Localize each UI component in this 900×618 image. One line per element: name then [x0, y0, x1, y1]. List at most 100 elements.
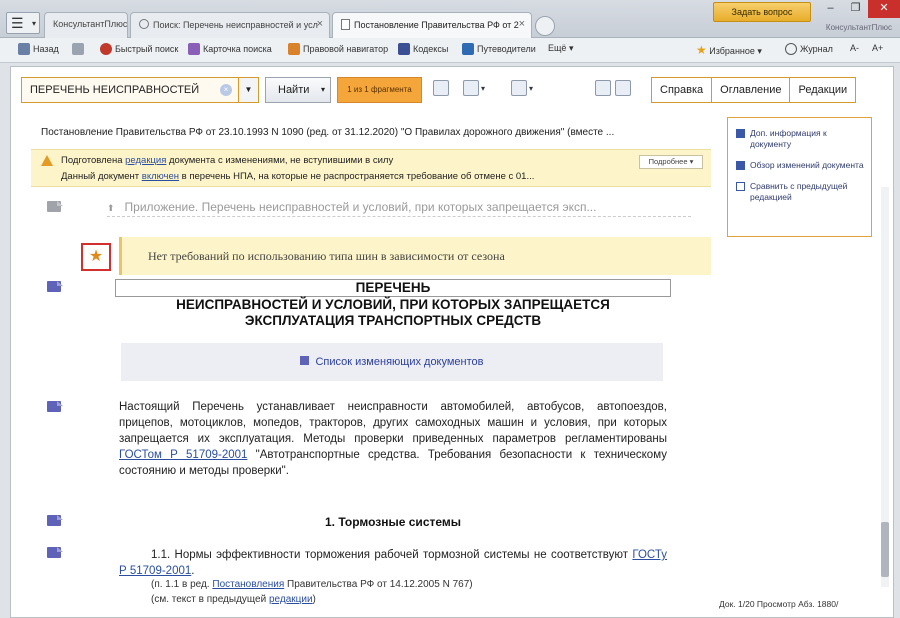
tab-label: Постановление Правительства РФ от 2: [354, 20, 519, 30]
search-icon: [139, 19, 149, 29]
paragraph-intro: Настоящий Перечень устанавливает неиспра…: [119, 401, 667, 477]
included-link[interactable]: включен: [142, 171, 179, 182]
word-export-button[interactable]: [433, 80, 449, 100]
resolution-link[interactable]: Постановления: [212, 579, 284, 590]
heading-line-1: ПЕРЕЧЕНЬ: [115, 279, 671, 297]
warning-banner: Подготовлена редакция документа с измене…: [31, 149, 711, 187]
book-icon: [398, 43, 410, 55]
changing-documents-link[interactable]: Список изменяющих документов: [121, 343, 663, 381]
ask-question-button[interactable]: Задать вопрос: [713, 2, 811, 22]
chevron-down-icon: ▼: [244, 85, 253, 94]
new-tab-button[interactable]: [535, 16, 555, 36]
tab-search[interactable]: Поиск: Перечень неисправностей и усл ×: [130, 12, 330, 38]
back-button[interactable]: Назад: [18, 43, 59, 55]
reference-button[interactable]: Путеводители: [462, 43, 536, 55]
found-fragments-button[interactable]: 1 из 1 фрагмента: [337, 77, 422, 103]
title-bar: ☰ ▾ КонсультантПлюс Поиск: Перечень неисп…: [0, 0, 900, 39]
document-tabs: Справка Оглавление Редакции: [651, 77, 857, 103]
appendix-line[interactable]: ⬆ Приложение. Перечень неисправностей и у…: [107, 200, 691, 217]
chevron-down-icon: ▾: [320, 85, 325, 94]
close-icon[interactable]: ×: [519, 18, 525, 30]
extra-info-link[interactable]: Доп. информация к документу: [736, 128, 865, 150]
brand-logo: КонсультантПлюс: [825, 23, 892, 32]
side-panel: Доп. информация к документу Обзор измене…: [727, 117, 872, 237]
navigator-icon: [288, 43, 300, 55]
quick-search-button[interactable]: Быстрый поиск: [100, 43, 178, 55]
scrollbar-thumb[interactable]: [881, 522, 889, 577]
user-note: Нет требований по использованию типа шин…: [119, 237, 711, 275]
legal-navigator-button[interactable]: Правовой навигатор: [288, 43, 388, 55]
minimize-icon[interactable]: –: [818, 0, 843, 18]
paragraph-marker-icon[interactable]: [47, 201, 63, 212]
details-button[interactable]: Подробнее ▾: [639, 155, 703, 169]
clear-icon[interactable]: ×: [220, 84, 232, 96]
search-input[interactable]: ПЕРЕЧЕНЬ НЕИСПРАВНОСТЕЙ ×: [21, 77, 239, 103]
tab-label: Поиск: Перечень неисправностей и усл: [153, 20, 318, 30]
paragraph-1-1: 1.1. Нормы эффективности торможения рабо…: [119, 549, 667, 577]
gost-link[interactable]: ГОСТом Р 51709-2001: [119, 449, 247, 461]
arrow-left-icon: [595, 80, 611, 96]
compare-revision-link[interactable]: Сравнить с предыдущей редакцией: [736, 181, 865, 203]
codes-button[interactable]: Кодексы: [398, 43, 448, 55]
print-button[interactable]: ▾: [463, 80, 485, 100]
maximize-icon[interactable]: ❐: [843, 0, 868, 18]
card-search-button[interactable]: Карточка поиска: [188, 43, 272, 55]
arrow-left-icon: [18, 43, 30, 55]
search-icon: [100, 43, 112, 55]
chevron-down-icon: ▾: [481, 83, 486, 93]
paragraph-marker-icon[interactable]: [47, 401, 63, 412]
chevron-down-icon: ▾: [757, 46, 762, 56]
word-icon: [433, 80, 449, 96]
history-button[interactable]: Журнал: [785, 43, 833, 55]
compare-icon: [736, 182, 745, 191]
window-controls: – ❐ ✕: [818, 0, 900, 18]
arrow-right-icon: [615, 80, 631, 96]
close-icon[interactable]: ×: [317, 18, 323, 30]
revision-link[interactable]: редакция: [125, 155, 166, 166]
print-icon: [463, 80, 479, 96]
bookmark-star-icon[interactable]: ★: [81, 243, 111, 271]
font-size-down-button[interactable]: A-: [850, 43, 859, 53]
heading-line-3: ЭКСПЛУАТАЦИЯ ТРАНСПОРТНЫХ СРЕДСТВ: [244, 313, 542, 328]
favorites-button[interactable]: ★ Избранное ▾: [696, 43, 762, 57]
menu-icon: ☰: [11, 15, 24, 31]
main-menu-button[interactable]: ☰ ▾: [6, 12, 40, 34]
chevron-down-icon: ▾: [529, 83, 534, 93]
forward-button[interactable]: [72, 43, 87, 55]
warning-line-2: Данный документ включен в перечень НПА, …: [61, 171, 535, 182]
arrow-up-icon: ⬆: [107, 203, 115, 213]
previous-revision-link[interactable]: редакции: [269, 594, 313, 605]
paragraph-marker-icon[interactable]: [47, 281, 63, 292]
next-button[interactable]: [615, 80, 631, 100]
font-size-up-button[interactable]: A+: [872, 43, 883, 53]
changes-review-link[interactable]: Обзор изменений документа: [736, 160, 865, 171]
more-menu[interactable]: Ещё ▾: [548, 43, 573, 54]
tab-home[interactable]: КонсультантПлюс: [44, 12, 128, 38]
toolbar: Назад Быстрый поиск Карточка поиска Прав…: [0, 38, 900, 63]
revision-note: (п. 1.1 в ред. Постановления Правительст…: [151, 579, 473, 590]
status-bar: Док. 1/20 Просмотр Абз. 1880/: [719, 599, 839, 609]
close-window-icon[interactable]: ✕: [868, 0, 900, 18]
review-icon: [736, 161, 745, 170]
save-icon: [511, 80, 527, 96]
save-button[interactable]: ▾: [511, 80, 533, 100]
main-panel: ПЕРЕЧЕНЬ НЕИСПРАВНОСТЕЙ × ▼ Найти ▾ 1 из …: [10, 66, 894, 618]
star-icon: ★: [696, 43, 707, 57]
document-icon: [341, 19, 350, 30]
tab-document[interactable]: Постановление Правительства РФ от 2 ×: [332, 12, 532, 39]
find-button[interactable]: Найти ▾: [265, 77, 331, 103]
paragraph-marker-icon[interactable]: [47, 515, 63, 526]
previous-text-note: (см. текст в предыдущей редакции): [151, 594, 316, 605]
section-title: 1. Тормозные системы: [324, 515, 462, 529]
list-icon: [300, 356, 310, 365]
warning-icon: [41, 155, 53, 166]
prev-button[interactable]: [595, 80, 611, 100]
tab-label: КонсультантПлюс: [53, 19, 128, 29]
tab-contents[interactable]: Оглавление: [712, 78, 791, 102]
tab-revisions[interactable]: Редакции: [790, 78, 856, 102]
tab-reference[interactable]: Справка: [652, 78, 713, 102]
chevron-down-icon: ▾: [31, 19, 36, 28]
document-title: Постановление Правительства РФ от 23.10.…: [41, 127, 615, 138]
paragraph-marker-icon[interactable]: [47, 547, 63, 558]
search-history-dropdown[interactable]: ▼: [239, 77, 259, 103]
